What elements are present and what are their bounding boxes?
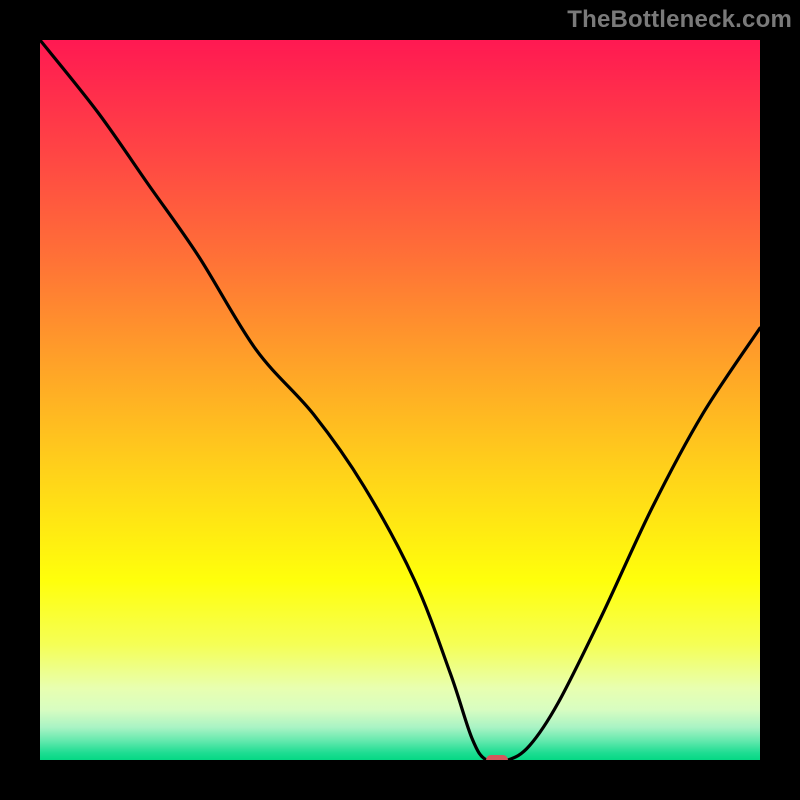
watermark-text: TheBottleneck.com — [567, 6, 792, 34]
optimal-marker — [486, 755, 508, 760]
chart-container: TheBottleneck.com — [0, 0, 800, 800]
bottleneck-curve — [40, 40, 760, 760]
plot-area — [40, 40, 760, 760]
